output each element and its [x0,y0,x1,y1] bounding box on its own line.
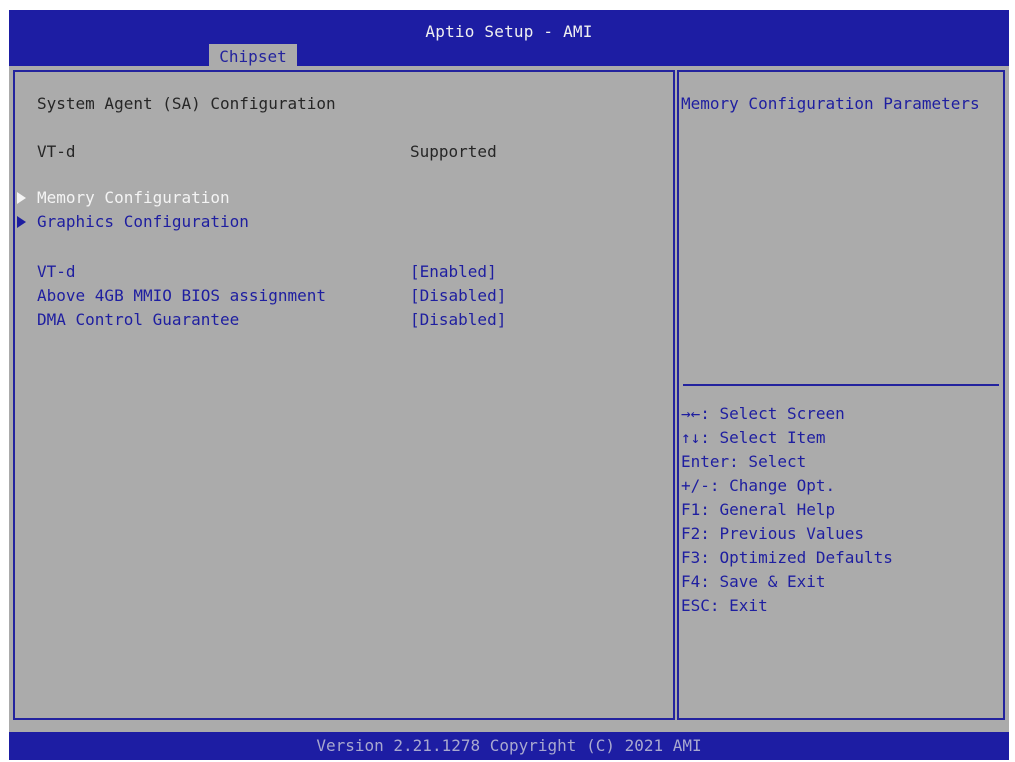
submenu-label: Memory Configuration [37,188,230,207]
help-divider [683,384,999,386]
option-value[interactable]: [Disabled] [410,286,506,306]
app-title: Aptio Setup - AMI [425,22,593,41]
key-hint-f3: F3: Optimized Defaults [681,548,893,567]
help-description: Memory Configuration Parameters [681,94,980,113]
option-value[interactable]: [Disabled] [410,310,506,330]
section-title: System Agent (SA) Configuration [37,94,336,113]
option-label: Above 4GB MMIO BIOS assignment [37,286,326,305]
submenu-arrow-icon [17,216,26,228]
settings-pane: System Agent (SA) Configuration VT-d Sup… [13,70,675,720]
submenu-label: Graphics Configuration [37,212,249,231]
option-value[interactable]: [Enabled] [410,262,497,282]
main-area: System Agent (SA) Configuration VT-d Sup… [9,66,1009,732]
key-hint-esc: ESC: Exit [681,596,768,615]
key-hint-select-item: ↑↓: Select Item [681,428,826,447]
version-footer: Version 2.21.1278 Copyright (C) 2021 AMI [9,732,1009,760]
option-label: VT-d [37,262,76,281]
key-hint-f1: F1: General Help [681,500,836,519]
key-hint-change-opt: +/-: Change Opt. [681,476,836,495]
key-hint-f4: F4: Save & Exit [681,572,826,591]
vtd-info-label: VT-d [37,142,76,161]
bios-screen: Aptio Setup - AMI Chipset System Agent (… [0,0,1015,762]
key-hint-f2: F2: Previous Values [681,524,865,543]
vtd-info-value: Supported [410,142,497,161]
title-bar: Aptio Setup - AMI Chipset [9,10,1009,70]
key-hint-select-screen: →←: Select Screen [681,404,845,423]
help-pane: Memory Configuration Parameters →←: Sele… [677,70,1005,720]
submenu-arrow-icon [17,192,26,204]
key-hint-enter: Enter: Select [681,452,807,471]
option-label: DMA Control Guarantee [37,310,240,329]
